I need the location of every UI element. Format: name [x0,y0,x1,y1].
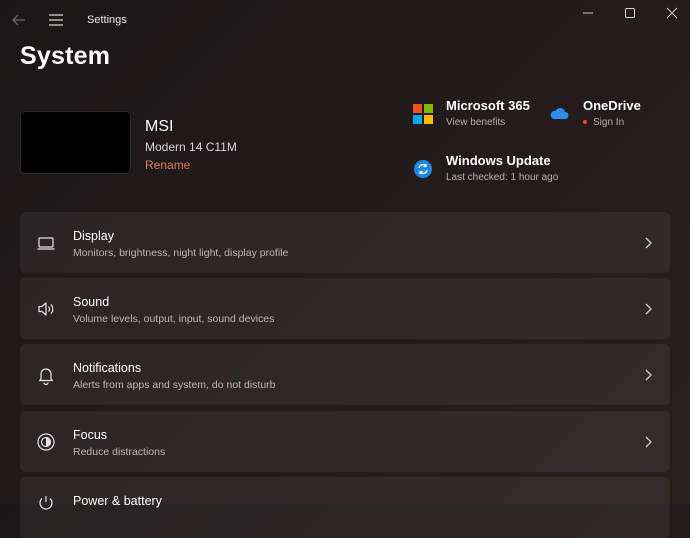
speaker-icon [38,302,54,316]
back-arrow-icon[interactable] [10,11,28,29]
settings-item-focus[interactable]: Focus Reduce distractions [20,411,670,472]
microsoft-logo-icon[interactable] [413,104,433,124]
chevron-right-icon [645,436,652,448]
settings-item-sound[interactable]: Sound Volume levels, output, input, soun… [20,278,670,339]
hamburger-menu-icon[interactable] [47,11,65,29]
settings-item-description: Reduce distractions [73,446,166,458]
minimize-icon[interactable] [578,4,598,22]
settings-item-title: Sound [73,295,110,309]
bell-icon [38,368,54,385]
windows-update-title: Windows Update [446,153,551,168]
settings-item-title: Display [73,229,114,243]
settings-item-description: Alerts from apps and system, do not dist… [73,379,276,391]
onedrive-link[interactable]: OneDrive Sign In [583,98,641,128]
device-name: MSI [145,118,174,135]
settings-item-description: Monitors, brightness, night light, displ… [73,247,289,259]
page-title: System [20,42,111,70]
windows-update-icon[interactable] [413,159,433,179]
onedrive-cloud-icon[interactable] [549,104,569,124]
rename-link[interactable]: Rename [145,158,190,172]
microsoft-365-link[interactable]: Microsoft 365 View benefits [446,98,530,128]
device-thumbnail [20,111,131,174]
settings-item-display[interactable]: Display Monitors, brightness, night ligh… [20,212,670,273]
microsoft-365-title: Microsoft 365 [446,98,530,113]
monitor-icon [37,237,55,250]
chevron-right-icon [645,237,652,249]
chevron-right-icon [645,303,652,315]
close-icon[interactable] [662,4,682,22]
maximize-icon[interactable] [620,4,640,22]
onedrive-title: OneDrive [583,98,641,113]
microsoft-365-subtitle: View benefits [446,117,506,128]
chevron-right-icon [645,369,652,381]
windows-update-link[interactable]: Windows Update Last checked: 1 hour ago [446,153,558,183]
settings-item-title: Power & battery [73,494,162,508]
title-bar: Settings [0,0,690,40]
windows-update-subtitle: Last checked: 1 hour ago [446,172,559,183]
power-icon [39,496,53,510]
settings-item-power-battery[interactable]: Power & battery [20,477,670,538]
focus-icon [37,433,55,451]
device-model: Modern 14 C11M [145,140,237,154]
settings-item-notifications[interactable]: Notifications Alerts from apps and syste… [20,344,670,405]
settings-item-description: Volume levels, output, input, sound devi… [73,313,275,325]
settings-item-title: Focus [73,428,108,442]
settings-item-title: Notifications [73,361,142,375]
onedrive-status-dot [583,120,587,125]
onedrive-subtitle: Sign In [593,117,625,128]
window-title: Settings [87,14,127,26]
